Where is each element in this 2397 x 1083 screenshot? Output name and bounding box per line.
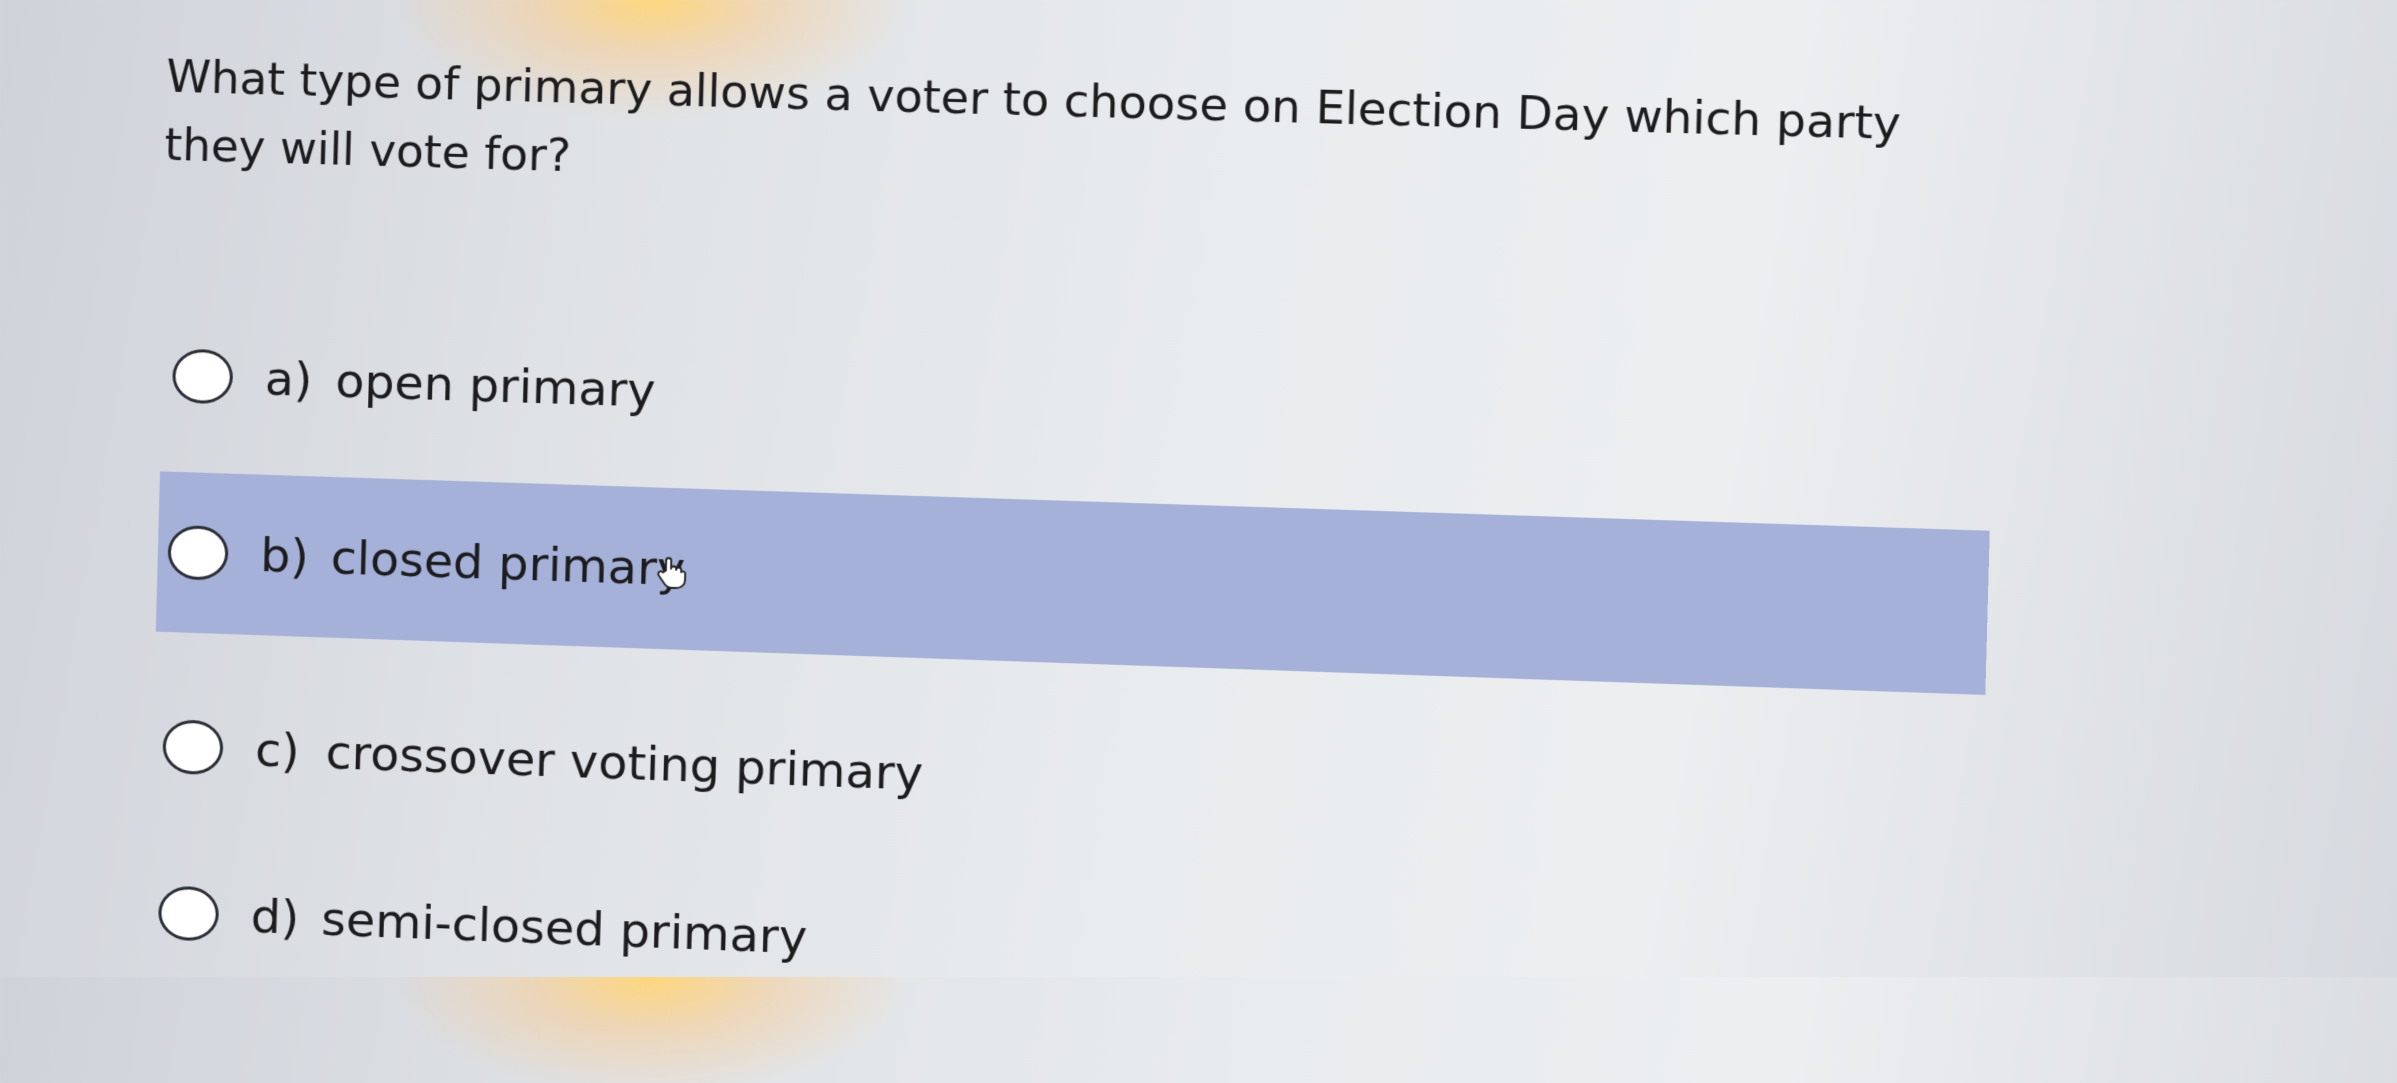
- option-label-a: open primary: [334, 352, 657, 419]
- option-label-d: semi-closed primary: [320, 891, 808, 966]
- question-text: What type of primary allows a voter to c…: [163, 49, 1902, 183]
- option-letter-c: c): [254, 721, 301, 779]
- option-label-c: crossover voting primary: [325, 724, 924, 802]
- radio-button-d[interactable]: [157, 885, 220, 942]
- option-label-b: closed primary: [330, 529, 686, 597]
- option-letter-b: b): [259, 527, 310, 585]
- radio-button-a[interactable]: [171, 348, 234, 405]
- radio-button-b[interactable]: [167, 524, 229, 581]
- quiz-panel: What type of primary allows a voter to c…: [0, 0, 2397, 1074]
- option-letter-d: d): [250, 888, 301, 946]
- option-letter-a: a): [264, 350, 314, 408]
- radio-button-c[interactable]: [162, 719, 224, 776]
